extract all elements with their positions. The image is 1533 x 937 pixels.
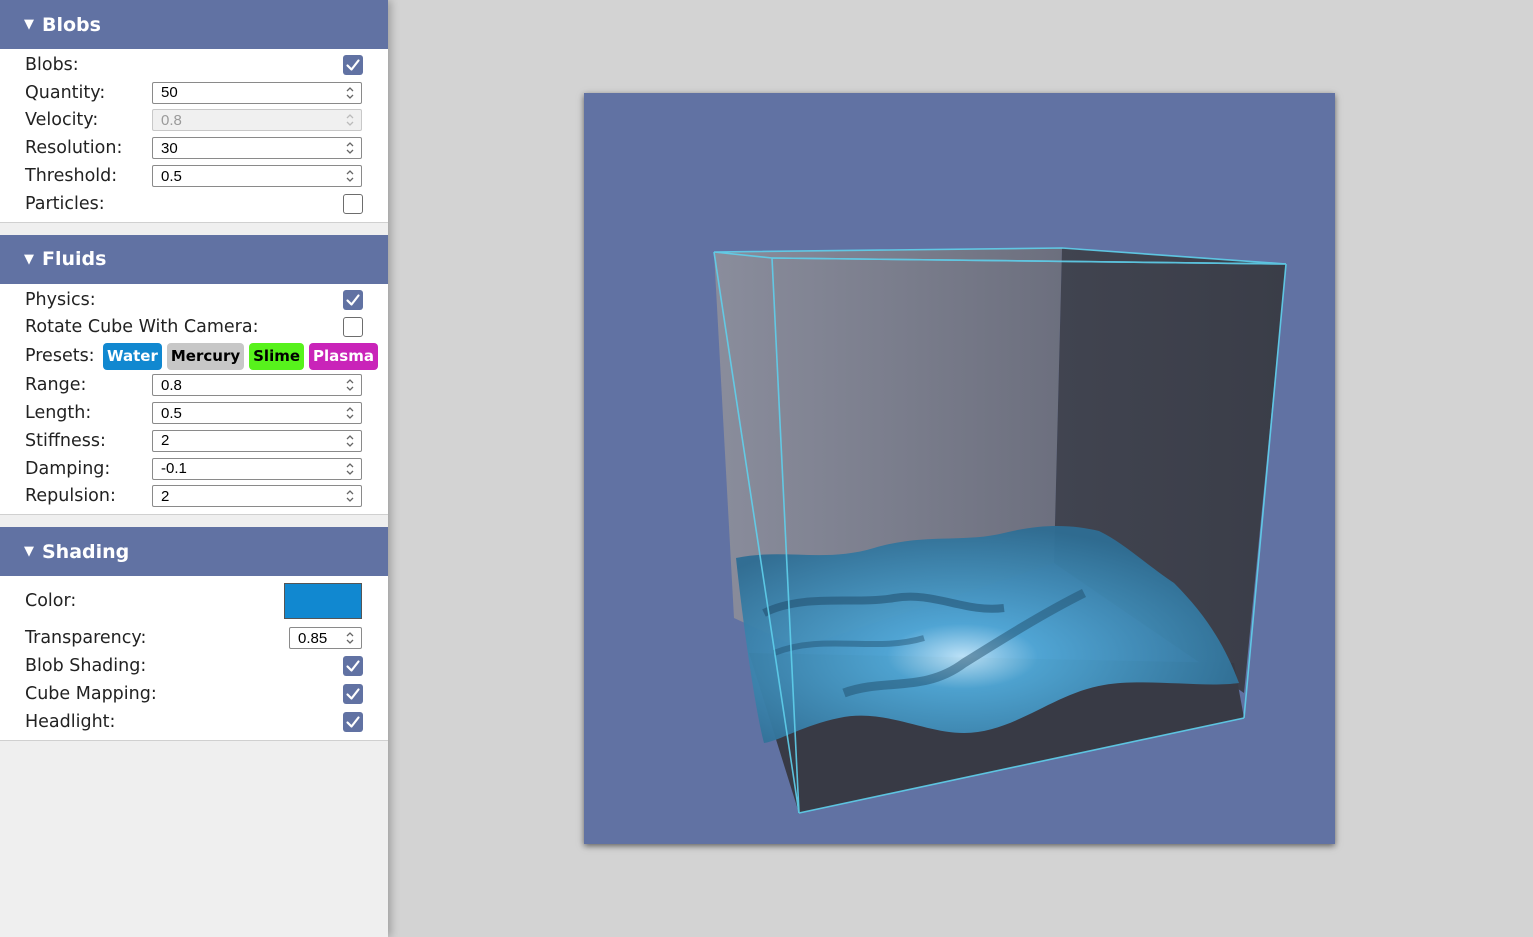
- resolution-input[interactable]: 30: [152, 137, 362, 160]
- presets-label: Presets:: [25, 346, 95, 367]
- damping-label: Damping:: [25, 458, 111, 479]
- damping-spinner-icon[interactable]: [343, 461, 357, 477]
- rotate-cube-label: Rotate Cube With Camera:: [25, 317, 259, 338]
- velocity-row: Velocity: 0.8: [0, 107, 388, 135]
- range-label: Range:: [25, 375, 87, 396]
- presets-group: Water Mercury Slime Plasma: [103, 342, 378, 370]
- blobs-checkbox[interactable]: [343, 54, 363, 75]
- transparency-value: 0.85: [298, 629, 328, 647]
- cube-mapping-row: Cube Mapping:: [0, 680, 388, 708]
- threshold-value: 0.5: [161, 167, 182, 185]
- resolution-value: 30: [161, 139, 178, 157]
- color-label: Color:: [25, 591, 77, 612]
- cube-mapping-checkbox[interactable]: [343, 683, 363, 704]
- preset-plasma-button[interactable]: Plasma: [309, 342, 378, 370]
- threshold-input[interactable]: 0.5: [152, 165, 362, 188]
- settings-panel: ▼ Blobs Blobs: Quantity: 50 Velocity: 0.…: [0, 0, 388, 937]
- threshold-row: Threshold: 0.5: [0, 162, 388, 190]
- repulsion-spinner-icon[interactable]: [343, 488, 357, 504]
- quantity-input[interactable]: 50: [152, 81, 362, 104]
- velocity-spinner-icon: [343, 112, 357, 128]
- stiffness-input[interactable]: 2: [152, 429, 362, 452]
- fluids-section: ▼ Fluids Physics: Rotate Cube With Camer…: [0, 234, 388, 516]
- fluids-section-title: Fluids: [42, 248, 107, 271]
- repulsion-value: 2: [161, 487, 170, 505]
- blob-shading-row: Blob Shading:: [0, 652, 388, 680]
- rotate-cube-row: Rotate Cube With Camera:: [0, 314, 388, 342]
- color-swatch[interactable]: [284, 583, 362, 620]
- quantity-row: Quantity: 50: [0, 79, 388, 107]
- damping-row: Damping: -0.1: [0, 455, 388, 483]
- length-value: 0.5: [161, 404, 182, 422]
- headlight-label: Headlight:: [25, 711, 116, 732]
- damping-value: -0.1: [161, 460, 187, 478]
- rotate-cube-checkbox[interactable]: [343, 317, 363, 338]
- length-spinner-icon[interactable]: [343, 405, 357, 421]
- triangle-down-icon: ▼: [24, 251, 34, 267]
- physics-label: Physics:: [25, 289, 96, 310]
- blob-shading-label: Blob Shading:: [25, 656, 147, 677]
- length-row: Length: 0.5: [0, 399, 388, 427]
- stiffness-spinner-icon[interactable]: [343, 433, 357, 449]
- blob-shading-checkbox[interactable]: [343, 656, 363, 677]
- color-row: Color:: [0, 578, 388, 624]
- blobs-section-title: Blobs: [42, 13, 101, 36]
- range-spinner-icon[interactable]: [343, 377, 357, 393]
- threshold-spinner-icon[interactable]: [343, 168, 357, 184]
- repulsion-label: Repulsion:: [25, 486, 116, 507]
- presets-row: Presets: Water Mercury Slime Plasma: [0, 341, 388, 371]
- headlight-row: Headlight:: [0, 708, 388, 736]
- resolution-row: Resolution: 30: [0, 134, 388, 162]
- preset-slime-button[interactable]: Slime: [249, 342, 305, 370]
- damping-input[interactable]: -0.1: [152, 457, 362, 480]
- length-input[interactable]: 0.5: [152, 402, 362, 425]
- particles-label: Particles:: [25, 193, 105, 214]
- transparency-spinner-icon[interactable]: [343, 630, 357, 646]
- velocity-label: Velocity:: [25, 110, 99, 131]
- fluids-section-header[interactable]: ▼ Fluids: [0, 234, 388, 284]
- preset-mercury-button[interactable]: Mercury: [166, 342, 245, 370]
- repulsion-input[interactable]: 2: [152, 485, 362, 508]
- transparency-row: Transparency: 0.85: [0, 624, 388, 652]
- stiffness-value: 2: [161, 432, 170, 450]
- shading-section-title: Shading: [42, 540, 130, 563]
- fluid-cube-render: [713, 247, 1287, 814]
- render-viewport[interactable]: [584, 93, 1335, 844]
- stiffness-label: Stiffness:: [25, 430, 106, 451]
- range-value: 0.8: [161, 376, 182, 394]
- shading-section: ▼ Shading Color: Transparency: 0.85 Blob…: [0, 527, 388, 741]
- blobs-section-header[interactable]: ▼ Blobs: [0, 0, 388, 49]
- blobs-label: Blobs:: [25, 54, 79, 75]
- headlight-checkbox[interactable]: [343, 711, 363, 732]
- particles-checkbox[interactable]: [343, 193, 363, 214]
- range-row: Range: 0.8: [0, 371, 388, 399]
- resolution-label: Resolution:: [25, 138, 123, 159]
- quantity-spinner-icon[interactable]: [343, 85, 357, 101]
- preset-water-button[interactable]: Water: [103, 342, 162, 370]
- velocity-input: 0.8: [152, 109, 362, 132]
- quantity-label: Quantity:: [25, 82, 106, 103]
- length-label: Length:: [25, 403, 92, 424]
- velocity-value: 0.8: [161, 111, 182, 129]
- stiffness-row: Stiffness: 2: [0, 427, 388, 455]
- physics-row: Physics:: [0, 286, 388, 314]
- physics-checkbox[interactable]: [343, 289, 363, 310]
- transparency-label: Transparency:: [25, 628, 147, 649]
- threshold-label: Threshold:: [25, 166, 118, 187]
- repulsion-row: Repulsion: 2: [0, 483, 388, 511]
- quantity-value: 50: [161, 84, 178, 102]
- triangle-down-icon: ▼: [24, 17, 34, 32]
- resolution-spinner-icon[interactable]: [343, 140, 357, 156]
- transparency-input[interactable]: 0.85: [289, 627, 362, 650]
- cube-mapping-label: Cube Mapping:: [25, 683, 157, 704]
- shading-section-header[interactable]: ▼ Shading: [0, 527, 388, 577]
- triangle-down-icon: ▼: [24, 544, 34, 560]
- particles-row: Particles:: [0, 190, 388, 218]
- blobs-toggle-row: Blobs:: [0, 51, 388, 79]
- blobs-section: ▼ Blobs Blobs: Quantity: 50 Velocity: 0.…: [0, 0, 388, 223]
- range-input[interactable]: 0.8: [152, 374, 362, 397]
